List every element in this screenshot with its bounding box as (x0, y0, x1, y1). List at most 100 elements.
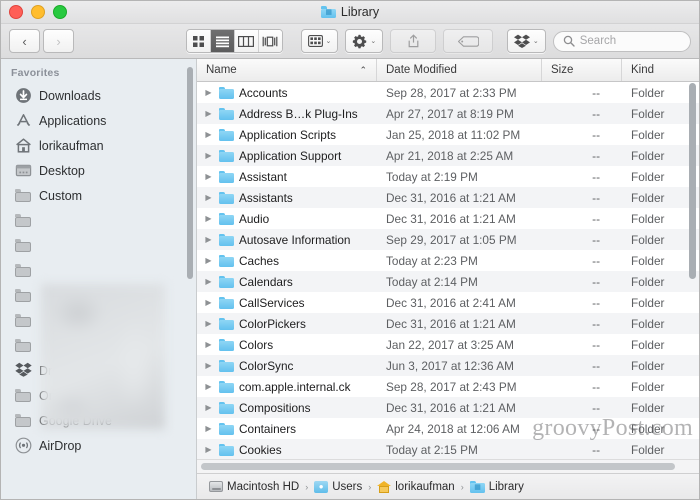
breadcrumb-users[interactable]: ● Users (314, 480, 362, 493)
table-row[interactable]: ▶ Address B…k Plug-Ins Apr 27, 2017 at 8:1… (197, 103, 699, 124)
table-row[interactable]: ▶ Autosave Information Sep 29, 2017 at 1:0… (197, 229, 699, 250)
gallery-view-button[interactable] (258, 30, 282, 52)
sidebar-item-downloads[interactable]: Downloads (1, 83, 196, 108)
disclosure-triangle-icon[interactable]: ▶ (203, 340, 214, 349)
disclosure-triangle-icon[interactable]: ▶ (203, 172, 214, 181)
cell-kind: Folder (631, 85, 665, 100)
dropbox-icon (513, 34, 530, 48)
disclosure-triangle-icon[interactable]: ▶ (203, 109, 214, 118)
disclosure-triangle-icon[interactable]: ▶ (203, 277, 214, 286)
table-row[interactable]: ▶ Colors Jan 22, 2017 at 3:25 AM -- Folder (197, 334, 699, 355)
cell-name: ▶ Assistant (197, 170, 377, 184)
sidebar-item-home[interactable]: lorikaufman (1, 133, 196, 158)
disclosure-triangle-icon[interactable]: ▶ (203, 193, 214, 202)
sidebar-item-label: Applications (39, 113, 107, 128)
disclosure-triangle-icon[interactable]: ▶ (203, 130, 214, 139)
disclosure-triangle-icon[interactable]: ▶ (203, 235, 214, 244)
disclosure-triangle-icon[interactable]: ▶ (203, 403, 214, 412)
column-header-name[interactable]: Name ⌃ (197, 59, 377, 81)
finder-window: ▦ Library ‹ › ⌄ ⌄ ⌄ Search Favorites Dow… (0, 0, 700, 500)
sidebar-item-redacted-3[interactable] (1, 258, 196, 283)
disclosure-triangle-icon[interactable]: ▶ (203, 298, 214, 307)
table-row[interactable]: ▶ Containers Apr 24, 2018 at 12:06 AM -- Fol… (197, 418, 699, 439)
sidebar-item-custom[interactable]: Custom (1, 183, 196, 208)
breadcrumb-separator: › (305, 481, 309, 492)
table-row[interactable]: ▶ CallServices Dec 31, 2016 at 2:41 AM -- Fo… (197, 292, 699, 313)
airdrop-icon (15, 437, 32, 454)
table-row[interactable]: ▶ com.apple.internal.ck Sep 28, 2017 at 2:… (197, 376, 699, 397)
cell-name: ▶ com.apple.internal.ck (197, 380, 377, 394)
disclosure-triangle-icon[interactable]: ▶ (203, 382, 214, 391)
column-header-date-modified[interactable]: Date Modified (377, 59, 542, 81)
sidebar-item-airdrop[interactable]: AirDrop (1, 433, 196, 458)
sidebar-item-desktop[interactable]: Desktop (1, 158, 196, 183)
folder-icon (219, 107, 234, 120)
cell-date-modified: Sep 29, 2017 at 1:05 PM (386, 232, 517, 247)
navigation-buttons: ‹ › (9, 29, 74, 53)
list-view-button[interactable] (210, 30, 235, 52)
cell-size: -- (592, 295, 600, 310)
disclosure-triangle-icon[interactable]: ▶ (203, 214, 214, 223)
horizontal-scrollbar[interactable] (201, 463, 676, 470)
table-row[interactable]: ▶ Assistant Today at 2:19 PM -- Folder (197, 166, 699, 187)
table-row[interactable]: ▶ ColorPickers Dec 31, 2016 at 1:21 AM -- Fo… (197, 313, 699, 334)
disclosure-triangle-icon[interactable]: ▶ (203, 319, 214, 328)
table-row[interactable]: ▶ Accounts Sep 28, 2017 at 2:33 PM -- Folder (197, 82, 699, 103)
table-row[interactable]: ▶ Cookies Today at 2:15 PM -- Folder (197, 439, 699, 459)
file-name-label: Autosave Information (239, 232, 351, 247)
cell-kind: Folder (631, 337, 665, 352)
table-row[interactable]: ▶ Compositions Dec 31, 2016 at 1:21 AM -- Fo… (197, 397, 699, 418)
table-row[interactable]: ▶ Audio Dec 31, 2016 at 1:21 AM -- Folder (197, 208, 699, 229)
folder-icon (15, 237, 32, 254)
breadcrumb-library[interactable]: ▦ Library (469, 480, 524, 493)
tag-button[interactable] (443, 29, 493, 53)
cell-name: ▶ Caches (197, 254, 377, 268)
icon-view-button[interactable] (186, 30, 211, 52)
breadcrumb-lorikaufman[interactable]: lorikaufman (377, 480, 455, 493)
disclosure-triangle-icon[interactable]: ▶ (203, 256, 214, 265)
breadcrumb-separator: › (460, 481, 464, 492)
file-rows: ▶ Accounts Sep 28, 2017 at 2:33 PM -- Folder… (197, 82, 699, 459)
file-name-label: Audio (239, 211, 270, 226)
breadcrumb-macintosh-hd[interactable]: Macintosh HD (209, 481, 299, 493)
table-row[interactable]: ▶ Application Scripts Jan 25, 2018 at 11:0… (197, 124, 699, 145)
action-menu-button[interactable]: ⌄ (345, 29, 384, 53)
dropbox-button[interactable]: ⌄ (506, 29, 546, 53)
disclosure-triangle-icon[interactable]: ▶ (203, 445, 214, 454)
sidebar-item-redacted-2[interactable] (1, 233, 196, 258)
back-button[interactable]: ‹ (9, 29, 40, 53)
table-row[interactable]: ▶ Calendars Today at 2:14 PM -- Folder (197, 271, 699, 292)
forward-button[interactable]: › (43, 29, 74, 53)
column-header-size[interactable]: Size (542, 59, 622, 81)
sidebar-item-applications[interactable]: Applications (1, 108, 196, 133)
chevron-down-icon: ⌄ (325, 37, 332, 45)
minimize-button[interactable] (31, 5, 45, 19)
disclosure-triangle-icon[interactable]: ▶ (203, 361, 214, 370)
cell-size: -- (592, 190, 600, 205)
arrange-by-button[interactable]: ⌄ (300, 29, 339, 53)
cell-date-modified: Apr 21, 2018 at 2:25 AM (386, 148, 514, 163)
cell-name: ▶ Assistants (197, 191, 377, 205)
table-row[interactable]: ▶ Application Support Apr 21, 2018 at 2:25… (197, 145, 699, 166)
table-row[interactable]: ▶ Assistants Dec 31, 2016 at 1:21 AM -- Fold… (197, 187, 699, 208)
cell-date-modified: Dec 31, 2016 at 1:21 AM (386, 190, 516, 205)
folder-icon (219, 338, 234, 351)
disclosure-triangle-icon[interactable]: ▶ (203, 151, 214, 160)
share-button[interactable] (390, 29, 437, 53)
disclosure-triangle-icon[interactable]: ▶ (203, 424, 214, 433)
disclosure-triangle-icon[interactable]: ▶ (203, 88, 214, 97)
table-row[interactable]: ▶ Caches Today at 2:23 PM -- Folder (197, 250, 699, 271)
cell-date-modified: Apr 24, 2018 at 12:06 AM (386, 421, 520, 436)
column-view-button[interactable] (234, 30, 259, 52)
table-row[interactable]: ▶ ColorSync Jun 3, 2017 at 12:36 AM -- Folde… (197, 355, 699, 376)
maximize-button[interactable] (53, 5, 67, 19)
vertical-scrollbar[interactable] (689, 83, 696, 279)
share-icon (407, 34, 420, 48)
cell-size: -- (592, 85, 600, 100)
close-button[interactable] (9, 5, 23, 19)
search-field[interactable]: Search (552, 30, 691, 52)
cell-kind: Folder (631, 190, 665, 205)
sidebar-scrollbar[interactable] (187, 67, 193, 279)
column-header-kind[interactable]: Kind (622, 59, 699, 81)
sidebar-item-redacted-1[interactable] (1, 208, 196, 233)
